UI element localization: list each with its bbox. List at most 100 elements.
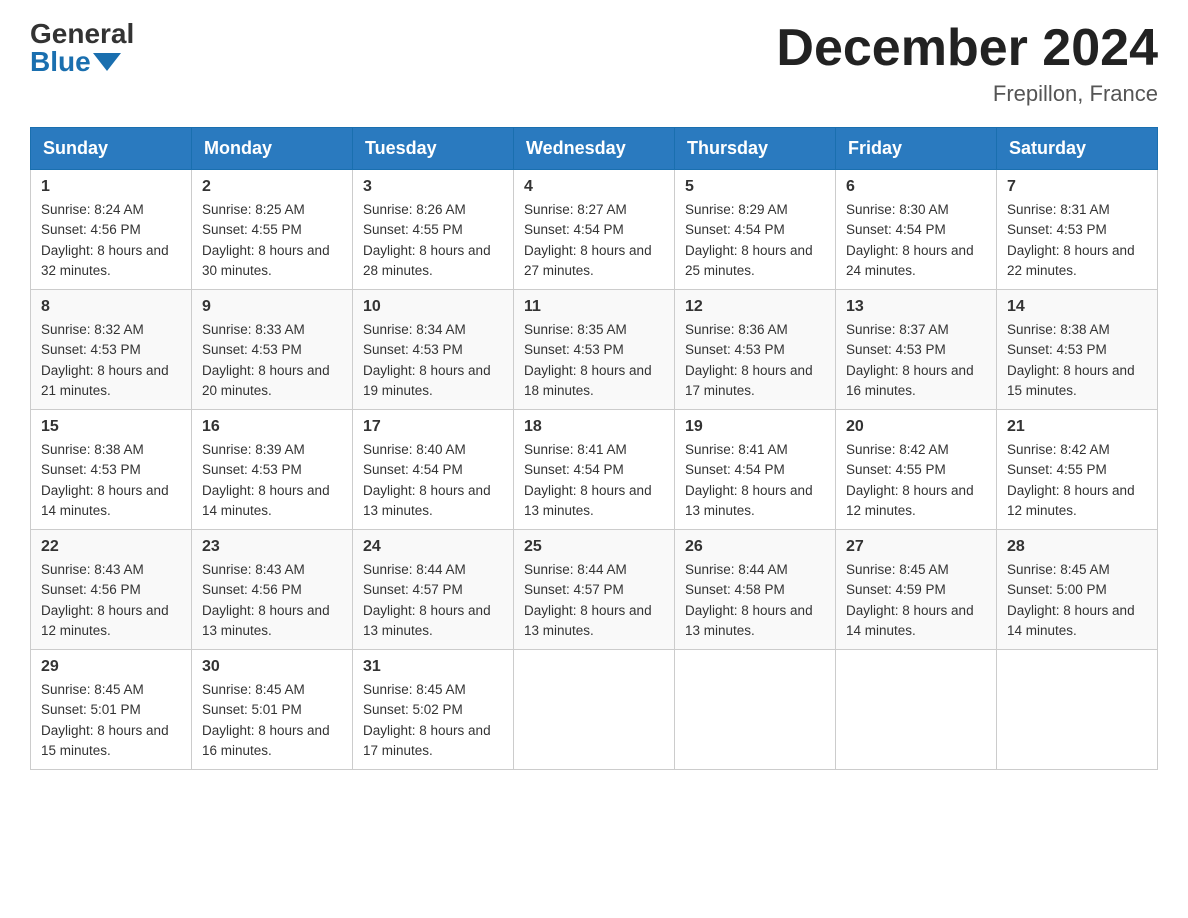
day-info: Sunrise: 8:35 AM Sunset: 4:53 PM Dayligh… — [524, 320, 664, 401]
sunrise-label: Sunrise: 8:39 AM — [202, 442, 305, 457]
sunset-label: Sunset: 4:54 PM — [524, 462, 624, 477]
table-row: 10 Sunrise: 8:34 AM Sunset: 4:53 PM Dayl… — [353, 290, 514, 410]
sunrise-label: Sunrise: 8:41 AM — [685, 442, 788, 457]
daylight-label: Daylight: 8 hours and 13 minutes. — [685, 603, 813, 638]
sunset-label: Sunset: 4:56 PM — [41, 582, 141, 597]
sunset-label: Sunset: 4:59 PM — [846, 582, 946, 597]
day-info: Sunrise: 8:29 AM Sunset: 4:54 PM Dayligh… — [685, 200, 825, 281]
daylight-label: Daylight: 8 hours and 19 minutes. — [363, 363, 491, 398]
sunrise-label: Sunrise: 8:40 AM — [363, 442, 466, 457]
day-number: 19 — [685, 418, 825, 436]
day-info: Sunrise: 8:40 AM Sunset: 4:54 PM Dayligh… — [363, 440, 503, 521]
table-row: 19 Sunrise: 8:41 AM Sunset: 4:54 PM Dayl… — [675, 410, 836, 530]
sunrise-label: Sunrise: 8:45 AM — [846, 562, 949, 577]
day-info: Sunrise: 8:38 AM Sunset: 4:53 PM Dayligh… — [41, 440, 181, 521]
day-info: Sunrise: 8:41 AM Sunset: 4:54 PM Dayligh… — [685, 440, 825, 521]
sunset-label: Sunset: 4:54 PM — [685, 462, 785, 477]
day-number: 28 — [1007, 538, 1147, 556]
sunset-label: Sunset: 4:55 PM — [846, 462, 946, 477]
logo-blue-text: Blue — [30, 48, 91, 76]
day-number: 3 — [363, 178, 503, 196]
table-row: 20 Sunrise: 8:42 AM Sunset: 4:55 PM Dayl… — [836, 410, 997, 530]
day-info: Sunrise: 8:26 AM Sunset: 4:55 PM Dayligh… — [363, 200, 503, 281]
sunset-label: Sunset: 4:54 PM — [363, 462, 463, 477]
day-info: Sunrise: 8:36 AM Sunset: 4:53 PM Dayligh… — [685, 320, 825, 401]
daylight-label: Daylight: 8 hours and 27 minutes. — [524, 243, 652, 278]
sunset-label: Sunset: 5:00 PM — [1007, 582, 1107, 597]
day-number: 31 — [363, 658, 503, 676]
day-info: Sunrise: 8:43 AM Sunset: 4:56 PM Dayligh… — [41, 560, 181, 641]
sunrise-label: Sunrise: 8:24 AM — [41, 202, 144, 217]
sunrise-label: Sunrise: 8:31 AM — [1007, 202, 1110, 217]
sunrise-label: Sunrise: 8:35 AM — [524, 322, 627, 337]
daylight-label: Daylight: 8 hours and 21 minutes. — [41, 363, 169, 398]
sunrise-label: Sunrise: 8:45 AM — [41, 682, 144, 697]
day-number: 23 — [202, 538, 342, 556]
table-row: 3 Sunrise: 8:26 AM Sunset: 4:55 PM Dayli… — [353, 170, 514, 290]
calendar-week-row: 22 Sunrise: 8:43 AM Sunset: 4:56 PM Dayl… — [31, 530, 1158, 650]
sunset-label: Sunset: 4:53 PM — [41, 462, 141, 477]
table-row: 16 Sunrise: 8:39 AM Sunset: 4:53 PM Dayl… — [192, 410, 353, 530]
table-row: 4 Sunrise: 8:27 AM Sunset: 4:54 PM Dayli… — [514, 170, 675, 290]
sunrise-label: Sunrise: 8:42 AM — [846, 442, 949, 457]
daylight-label: Daylight: 8 hours and 12 minutes. — [1007, 483, 1135, 518]
sunrise-label: Sunrise: 8:33 AM — [202, 322, 305, 337]
daylight-label: Daylight: 8 hours and 13 minutes. — [524, 603, 652, 638]
sunset-label: Sunset: 4:54 PM — [685, 222, 785, 237]
calendar-table: Sunday Monday Tuesday Wednesday Thursday… — [30, 127, 1158, 770]
day-info: Sunrise: 8:38 AM Sunset: 4:53 PM Dayligh… — [1007, 320, 1147, 401]
table-row: 24 Sunrise: 8:44 AM Sunset: 4:57 PM Dayl… — [353, 530, 514, 650]
table-row: 28 Sunrise: 8:45 AM Sunset: 5:00 PM Dayl… — [997, 530, 1158, 650]
daylight-label: Daylight: 8 hours and 13 minutes. — [363, 483, 491, 518]
sunset-label: Sunset: 4:58 PM — [685, 582, 785, 597]
table-row: 18 Sunrise: 8:41 AM Sunset: 4:54 PM Dayl… — [514, 410, 675, 530]
header-friday: Friday — [836, 128, 997, 170]
day-number: 9 — [202, 298, 342, 316]
daylight-label: Daylight: 8 hours and 12 minutes. — [846, 483, 974, 518]
table-row: 2 Sunrise: 8:25 AM Sunset: 4:55 PM Dayli… — [192, 170, 353, 290]
sunrise-label: Sunrise: 8:34 AM — [363, 322, 466, 337]
sunrise-label: Sunrise: 8:44 AM — [685, 562, 788, 577]
sunrise-label: Sunrise: 8:37 AM — [846, 322, 949, 337]
calendar-week-row: 15 Sunrise: 8:38 AM Sunset: 4:53 PM Dayl… — [31, 410, 1158, 530]
sunrise-label: Sunrise: 8:27 AM — [524, 202, 627, 217]
daylight-label: Daylight: 8 hours and 20 minutes. — [202, 363, 330, 398]
day-number: 6 — [846, 178, 986, 196]
day-info: Sunrise: 8:42 AM Sunset: 4:55 PM Dayligh… — [846, 440, 986, 521]
day-info: Sunrise: 8:45 AM Sunset: 4:59 PM Dayligh… — [846, 560, 986, 641]
daylight-label: Daylight: 8 hours and 14 minutes. — [846, 603, 974, 638]
table-row: 30 Sunrise: 8:45 AM Sunset: 5:01 PM Dayl… — [192, 650, 353, 770]
day-info: Sunrise: 8:37 AM Sunset: 4:53 PM Dayligh… — [846, 320, 986, 401]
daylight-label: Daylight: 8 hours and 18 minutes. — [524, 363, 652, 398]
sunset-label: Sunset: 4:57 PM — [363, 582, 463, 597]
day-number: 24 — [363, 538, 503, 556]
table-row: 1 Sunrise: 8:24 AM Sunset: 4:56 PM Dayli… — [31, 170, 192, 290]
table-row: 26 Sunrise: 8:44 AM Sunset: 4:58 PM Dayl… — [675, 530, 836, 650]
sunset-label: Sunset: 5:01 PM — [41, 702, 141, 717]
day-info: Sunrise: 8:31 AM Sunset: 4:53 PM Dayligh… — [1007, 200, 1147, 281]
page-header: General Blue December 2024 Frepillon, Fr… — [30, 20, 1158, 107]
sunrise-label: Sunrise: 8:26 AM — [363, 202, 466, 217]
table-row: 31 Sunrise: 8:45 AM Sunset: 5:02 PM Dayl… — [353, 650, 514, 770]
weekday-header-row: Sunday Monday Tuesday Wednesday Thursday… — [31, 128, 1158, 170]
daylight-label: Daylight: 8 hours and 25 minutes. — [685, 243, 813, 278]
table-row: 11 Sunrise: 8:35 AM Sunset: 4:53 PM Dayl… — [514, 290, 675, 410]
day-info: Sunrise: 8:27 AM Sunset: 4:54 PM Dayligh… — [524, 200, 664, 281]
day-number: 15 — [41, 418, 181, 436]
daylight-label: Daylight: 8 hours and 13 minutes. — [363, 603, 491, 638]
day-number: 13 — [846, 298, 986, 316]
sunrise-label: Sunrise: 8:29 AM — [685, 202, 788, 217]
logo: General Blue — [30, 20, 134, 76]
daylight-label: Daylight: 8 hours and 32 minutes. — [41, 243, 169, 278]
day-number: 30 — [202, 658, 342, 676]
sunset-label: Sunset: 4:55 PM — [202, 222, 302, 237]
day-info: Sunrise: 8:32 AM Sunset: 4:53 PM Dayligh… — [41, 320, 181, 401]
daylight-label: Daylight: 8 hours and 13 minutes. — [685, 483, 813, 518]
sunset-label: Sunset: 4:53 PM — [202, 462, 302, 477]
sunset-label: Sunset: 4:55 PM — [1007, 462, 1107, 477]
daylight-label: Daylight: 8 hours and 14 minutes. — [202, 483, 330, 518]
sunset-label: Sunset: 4:53 PM — [846, 342, 946, 357]
table-row: 25 Sunrise: 8:44 AM Sunset: 4:57 PM Dayl… — [514, 530, 675, 650]
daylight-label: Daylight: 8 hours and 17 minutes. — [685, 363, 813, 398]
sunrise-label: Sunrise: 8:44 AM — [524, 562, 627, 577]
